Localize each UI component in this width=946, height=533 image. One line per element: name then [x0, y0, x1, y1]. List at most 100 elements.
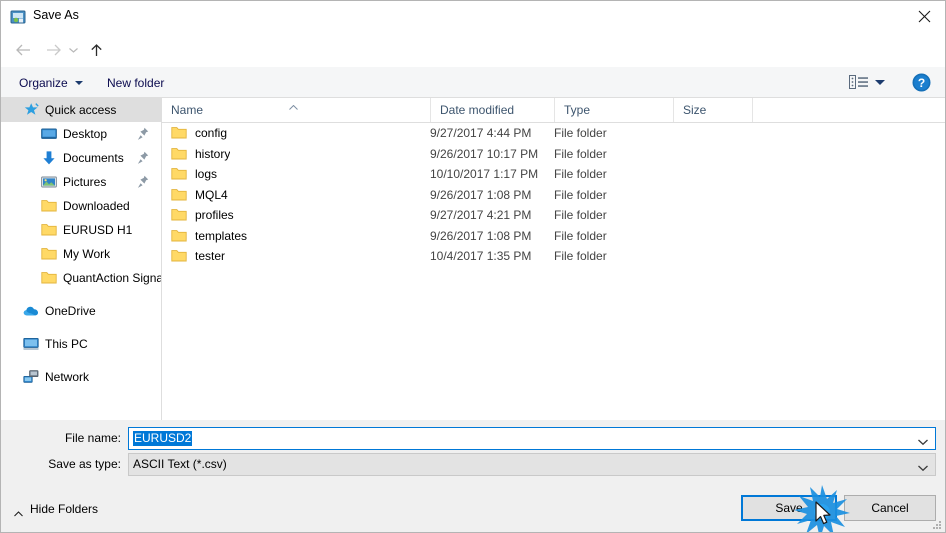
table-row[interactable]: history 9/26/2017 10:17 PM File folder: [162, 144, 945, 165]
column-header-name-label: Name: [171, 103, 204, 117]
folder-icon: [171, 146, 187, 162]
arrow-right-icon[interactable]: [42, 40, 64, 60]
window-title: Save As: [33, 8, 79, 22]
sidebar-item-this-pc[interactable]: This PC: [1, 332, 161, 356]
table-row[interactable]: MQL4 9/26/2017 1:08 PM File folder: [162, 185, 945, 206]
new-folder-button[interactable]: New folder: [101, 72, 170, 93]
chevron-down-icon[interactable]: [917, 435, 929, 446]
table-row[interactable]: logs 10/10/2017 1:17 PM File folder: [162, 164, 945, 185]
sidebar-item-onedrive[interactable]: OneDrive: [1, 299, 161, 323]
file-name-cell[interactable]: MQL4: [171, 185, 228, 206]
column-header-type[interactable]: Type: [554, 98, 673, 122]
column-header-date-modified[interactable]: Date modified: [430, 98, 554, 122]
table-row[interactable]: profiles 9/27/2017 4:21 PM File folder: [162, 205, 945, 226]
desktop-monitor-icon: [41, 126, 57, 142]
file-name-cell[interactable]: tester: [171, 246, 225, 267]
file-name-text: profiles: [195, 208, 234, 223]
pin-icon[interactable]: [137, 127, 149, 141]
file-name-text: config: [195, 126, 228, 141]
sidebar-item-label: EURUSD H1: [63, 223, 133, 237]
file-name-cell[interactable]: profiles: [171, 205, 234, 226]
file-name-cell[interactable]: templates: [171, 226, 247, 247]
view-layout-icon[interactable]: [849, 74, 869, 91]
sidebar-item-my-work[interactable]: My Work: [1, 242, 161, 266]
onedrive-cloud-icon: [23, 303, 39, 319]
chevron-down-icon[interactable]: [65, 40, 81, 60]
table-row[interactable]: tester 10/4/2017 1:35 PM File folder: [162, 246, 945, 267]
file-name-input[interactable]: EURUSD2: [128, 427, 936, 450]
file-name-cell[interactable]: logs: [171, 164, 217, 185]
file-date-cell: 10/10/2017 1:17 PM: [430, 167, 539, 182]
table-row[interactable]: templates 9/26/2017 1:08 PM File folder: [162, 226, 945, 247]
sidebar-item-label: My Work: [63, 247, 111, 261]
folder-icon: [171, 125, 187, 141]
file-name-text: templates: [195, 228, 248, 243]
this-pc-icon: [23, 336, 39, 352]
svg-text:?: ?: [918, 76, 925, 90]
pin-icon[interactable]: [137, 175, 149, 189]
folder-icon: [41, 270, 57, 286]
hide-folders-button[interactable]: Hide Folders: [14, 502, 99, 517]
file-name-text: history: [195, 146, 231, 161]
sidebar-item-pictures[interactable]: Pictures: [1, 170, 161, 194]
sidebar-item-label: Quick access: [45, 103, 117, 117]
column-header-size-label: Size: [683, 103, 707, 117]
file-name-cell[interactable]: config: [171, 123, 227, 144]
network-icon: [23, 369, 39, 385]
file-type-cell: File folder: [554, 187, 607, 202]
file-type-cell: File folder: [554, 228, 607, 243]
save-as-type-select[interactable]: ASCII Text (*.csv): [128, 453, 936, 476]
sidebar-item-downloaded[interactable]: Downloaded: [1, 194, 161, 218]
file-type-cell: File folder: [554, 208, 607, 223]
file-type-cell: File folder: [554, 146, 607, 161]
folder-icon: [41, 246, 57, 262]
file-list-pane[interactable]: Name Date modified Type Size config 9/27/…: [162, 98, 945, 420]
close-icon[interactable]: [901, 1, 945, 32]
file-date-cell: 9/26/2017 1:08 PM: [430, 187, 532, 202]
save-button[interactable]: Save: [741, 495, 837, 521]
sidebar-item-label: QuantAction Signal: [63, 271, 161, 285]
sidebar-item-quantaction-signal[interactable]: QuantAction Signal: [1, 266, 161, 290]
column-header-name[interactable]: Name: [162, 98, 430, 122]
file-name-text: logs: [195, 167, 218, 182]
file-date-cell: 9/27/2017 4:44 PM: [430, 126, 532, 141]
file-date-cell: 9/26/2017 1:08 PM: [430, 228, 532, 243]
sidebar-item-documents[interactable]: Documents: [1, 146, 161, 170]
chevron-down-icon[interactable]: [917, 461, 929, 472]
sidebar-item-label: Downloaded: [63, 199, 130, 213]
cancel-button[interactable]: Cancel: [844, 495, 936, 521]
sidebar-item-quick-access[interactable]: Quick access: [1, 98, 161, 122]
navigation-bar: « Roaming › MetaQuotes › Terminal › 9155…: [1, 33, 945, 93]
save-as-icon: [10, 9, 26, 25]
file-name-text: tester: [195, 249, 226, 264]
folder-icon: [171, 207, 187, 223]
chevron-down-icon[interactable]: [875, 80, 885, 85]
help-icon[interactable]: ?: [912, 73, 931, 92]
sidebar-item-network[interactable]: Network: [1, 365, 161, 389]
column-headers: Name Date modified Type Size: [162, 98, 945, 123]
file-name-cell[interactable]: history: [171, 144, 230, 165]
navigation-sidebar[interactable]: Quick access Desktop Documents Pictures Down…: [1, 98, 162, 420]
file-name-value[interactable]: EURUSD2: [133, 431, 193, 446]
sidebar-item-desktop[interactable]: Desktop: [1, 122, 161, 146]
column-header-type-label: Type: [564, 103, 591, 117]
pin-icon[interactable]: [137, 151, 149, 165]
sidebar-item-label: Network: [45, 370, 90, 384]
sidebar-item-label: Documents: [63, 151, 124, 165]
arrow-up-icon[interactable]: [85, 40, 107, 60]
table-row[interactable]: config 9/27/2017 4:44 PM File folder: [162, 123, 945, 144]
arrow-left-icon[interactable]: [12, 40, 34, 60]
sort-ascending-icon: [289, 99, 298, 110]
column-header-size[interactable]: Size: [673, 98, 752, 122]
hide-folders-label: Hide Folders: [30, 502, 99, 516]
sidebar-item-label: Pictures: [63, 175, 107, 189]
folder-icon: [171, 228, 187, 244]
resize-grip-icon[interactable]: [931, 519, 943, 531]
organize-button[interactable]: Organize: [13, 72, 89, 93]
folder-icon: [171, 248, 187, 264]
sidebar-item-eurusd-h1[interactable]: EURUSD H1: [1, 218, 161, 242]
folder-icon: [41, 198, 57, 214]
